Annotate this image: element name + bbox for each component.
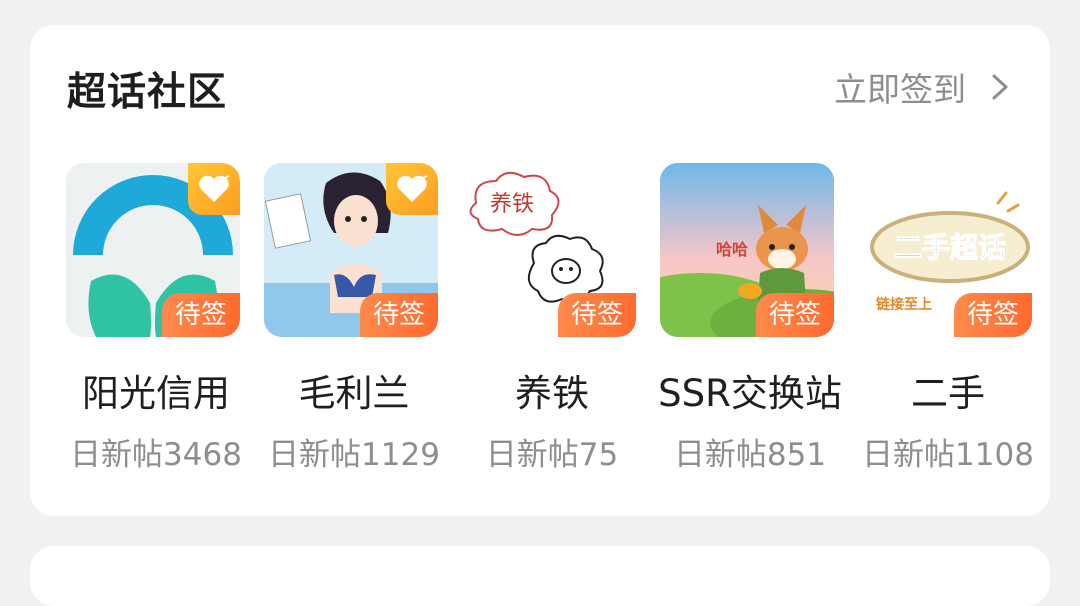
next-section-card [30, 546, 1050, 606]
pending-checkin-badge: 待签 [756, 293, 834, 337]
community-thumbnail: 哈哈 待签 [660, 163, 834, 337]
corgi-bubble-text: 哈哈 [716, 240, 748, 259]
pending-checkin-badge: 待签 [558, 293, 636, 337]
pending-checkin-badge: 待签 [162, 293, 240, 337]
check-in-now-button[interactable]: 立即签到 [834, 63, 1012, 111]
community-name: 养铁 [515, 372, 589, 415]
community-name: SSR交换站 [658, 372, 842, 415]
daily-posts-count: 日新帖3468 [70, 437, 242, 473]
chevron-right-icon [992, 74, 1008, 100]
pending-checkin-badge: 待签 [360, 293, 438, 337]
daily-posts-count: 日新帖1129 [268, 437, 440, 473]
community-thumbnail: 待签 [66, 163, 240, 337]
community-name: 阳光信用 [82, 372, 230, 415]
community-thumbnail: 待签 [264, 163, 438, 337]
community-thumbnail: 二手超话 链接至上 待签 [858, 163, 1032, 337]
community-name: 二手 [911, 372, 985, 415]
section-title: 超话社区 [67, 70, 228, 115]
logo-subtext: 链接至上 [876, 296, 932, 313]
check-in-label: 立即签到 [834, 70, 966, 109]
super-topic-community-card: 超话社区 立即签到 待签 阳光信用 日新帖3468 待签 毛利兰 日新帖1129… [30, 25, 1050, 516]
favorite-heart-icon [386, 163, 438, 215]
daily-posts-count: 日新帖1108 [862, 437, 1034, 473]
cloud-text: 养铁 [490, 192, 534, 217]
favorite-heart-icon [188, 163, 240, 215]
community-list: 待签 阳光信用 日新帖3468 待签 毛利兰 日新帖1129 养铁 待签 养铁 … [30, 163, 1050, 483]
community-name: 毛利兰 [298, 372, 410, 415]
daily-posts-count: 日新帖851 [673, 437, 827, 473]
community-thumbnail: 养铁 待签 [462, 163, 636, 337]
logo-text: 二手超话 [894, 231, 1006, 264]
daily-posts-count: 日新帖75 [485, 437, 619, 473]
pending-checkin-badge: 待签 [954, 293, 1032, 337]
